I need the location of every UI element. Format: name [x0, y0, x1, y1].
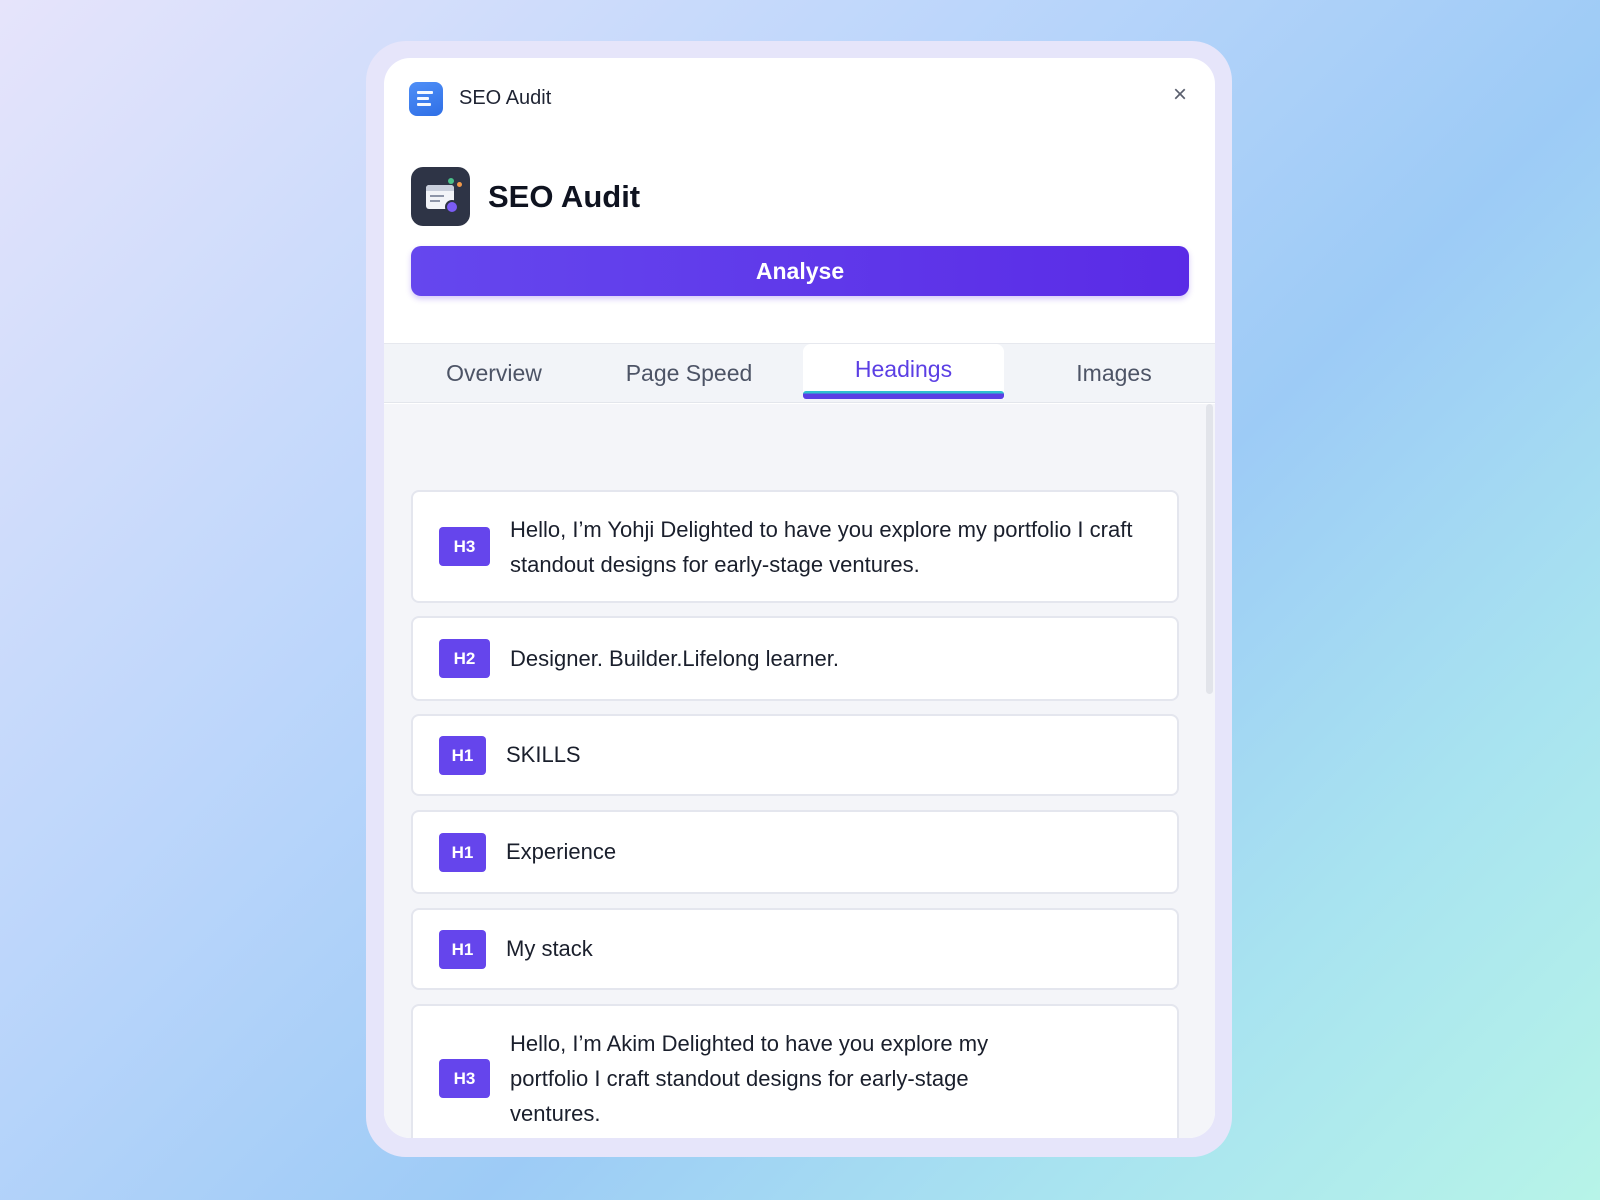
heading-level-badge: H1 — [439, 833, 486, 872]
tab-bar: Overview Page Speed Headings Images — [384, 343, 1215, 403]
list-item: H1 Experience — [411, 810, 1179, 894]
list-item: H3 Hello, I’m Akim Delighted to have you… — [411, 1004, 1179, 1138]
scrollbar[interactable] — [1206, 404, 1213, 694]
list-item: H1 My stack — [411, 908, 1179, 990]
tab-images[interactable]: Images — [1014, 344, 1214, 402]
heading-text: Experience — [506, 839, 617, 864]
app-name: SEO Audit — [488, 179, 641, 214]
tab-page-speed[interactable]: Page Speed — [589, 344, 789, 402]
extension-window: SEO Audit × SEO Audit Analyse Overview P… — [384, 58, 1215, 1138]
title-bar: SEO Audit × — [384, 58, 1215, 140]
close-icon[interactable]: × — [1165, 80, 1195, 110]
list-item: H3 Hello, I’m Yohji Delighted to have yo… — [411, 490, 1179, 603]
app-logo-icon — [411, 167, 470, 226]
heading-text: Hello, I’m Yohji Delighted to have you e… — [510, 517, 1133, 577]
analyse-button[interactable]: Analyse — [411, 246, 1189, 296]
heading-level-badge: H3 — [439, 527, 490, 566]
tab-headings[interactable]: Headings — [803, 344, 1004, 399]
tab-overview[interactable]: Overview — [404, 344, 584, 402]
heading-level-badge: H1 — [439, 930, 486, 969]
heading-text: My stack — [506, 936, 593, 961]
heading-level-badge: H1 — [439, 736, 486, 775]
heading-level-badge: H2 — [439, 639, 490, 678]
list-item: H2 Designer. Builder.Lifelong learner. — [411, 616, 1179, 701]
heading-text: SKILLS — [506, 742, 581, 767]
headings-list[interactable]: H3 Hello, I’m Yohji Delighted to have yo… — [384, 404, 1215, 1138]
app-small-icon — [409, 82, 443, 116]
heading-text: Designer. Builder.Lifelong learner. — [510, 646, 839, 671]
heading-level-badge: H3 — [439, 1059, 490, 1098]
heading-text: Hello, I’m Akim Delighted to have you ex… — [510, 1031, 989, 1126]
window-title: SEO Audit — [459, 87, 552, 109]
list-item: H1 SKILLS — [411, 714, 1179, 796]
